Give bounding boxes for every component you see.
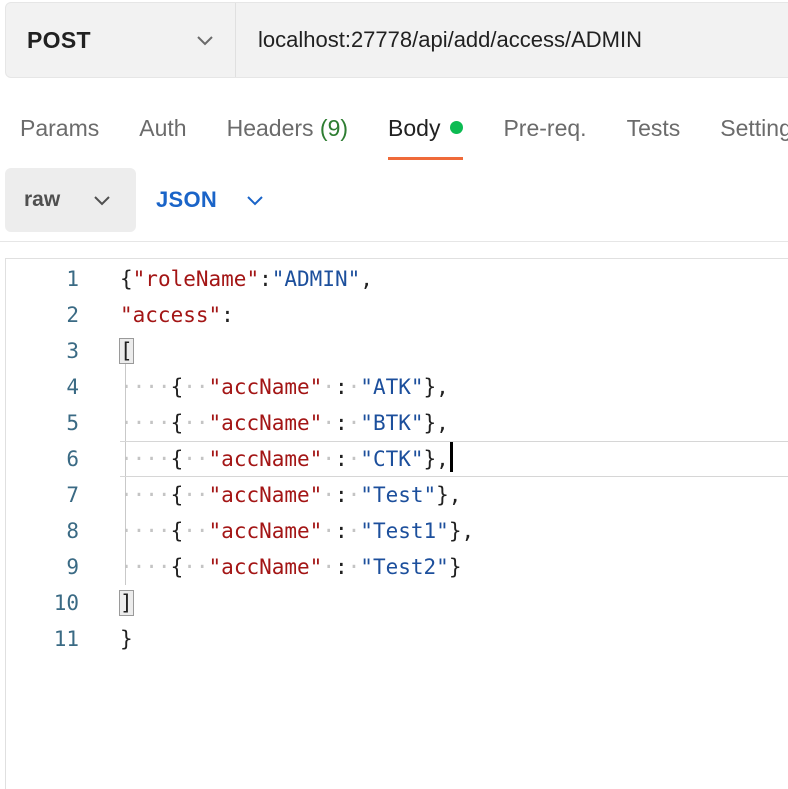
method-select[interactable]: POST xyxy=(6,3,236,77)
code-text: "access": xyxy=(120,303,234,327)
line-number: 3 xyxy=(66,339,79,363)
line-number: 1 xyxy=(66,267,79,291)
line-number: 2 xyxy=(66,303,79,327)
text-cursor xyxy=(449,442,453,472)
body-editor[interactable]: 1 {"roleName":"ADMIN", 2 "access": 3 [ 4… xyxy=(5,258,788,789)
tab-body[interactable]: Body xyxy=(388,108,464,160)
editor-line: 3 [ xyxy=(6,333,788,369)
code-text: } xyxy=(120,627,133,651)
tab-tests-label: Tests xyxy=(626,115,681,141)
code-text: ····{··"accName"·:·"Test1"}, xyxy=(120,519,475,543)
language-label: JSON xyxy=(156,187,218,212)
method-label: POST xyxy=(27,26,91,53)
url-input[interactable]: localhost:27778/api/add/access/ADMIN xyxy=(236,3,788,77)
editor-line: 2 "access": xyxy=(6,297,788,333)
tab-settings[interactable]: Settings xyxy=(720,108,788,160)
tab-prereq-label: Pre-req. xyxy=(503,115,587,141)
code-text: ····{··"accName"·:·"Test2"} xyxy=(120,555,462,579)
tab-auth-label: Auth xyxy=(139,115,187,141)
toolbar-divider xyxy=(0,241,788,242)
chevron-down-icon xyxy=(94,196,110,206)
line-number: 6 xyxy=(66,447,79,471)
editor-line: 11 } xyxy=(6,621,788,657)
code-text: ] xyxy=(119,590,134,616)
editor-line: 8 ····{··"accName"·:·"Test1"}, xyxy=(6,513,788,549)
line-number: 8 xyxy=(66,519,79,543)
body-mode-select[interactable]: raw xyxy=(5,168,136,232)
code-text: {"roleName":"ADMIN", xyxy=(120,267,373,291)
body-mode-label: raw xyxy=(24,188,61,211)
editor-line: 10 ] xyxy=(6,585,788,621)
line-number: 4 xyxy=(66,375,79,399)
editor-line: 4 ····{··"accName"·:·"ATK"}, xyxy=(6,369,788,405)
code-text: ····{··"accName"·:·"CTK"}, xyxy=(120,441,453,477)
line-number: 9 xyxy=(66,555,79,579)
url-text: localhost:27778/api/add/access/ADMIN xyxy=(258,27,642,52)
tab-auth[interactable]: Auth xyxy=(139,108,186,160)
body-status-dot xyxy=(450,121,464,134)
line-number: 10 xyxy=(53,591,79,615)
line-number: 5 xyxy=(66,411,79,435)
line-number: 11 xyxy=(53,627,79,651)
code-text: ····{··"accName"·:·"Test"}, xyxy=(120,483,462,507)
editor-line: 6 ····{··"accName"·:·"CTK"}, xyxy=(6,441,788,477)
tab-tests[interactable]: Tests xyxy=(627,108,681,160)
tab-params-label: Params xyxy=(20,115,100,141)
code-text: [ xyxy=(119,338,134,364)
chevron-down-icon xyxy=(197,36,213,46)
request-bar: POST localhost:27778/api/add/access/ADMI… xyxy=(5,2,788,78)
request-tabs: Params Auth Headers (9) Body Pre-req. Te… xyxy=(20,108,788,160)
editor-line: 1 {"roleName":"ADMIN", xyxy=(6,261,788,297)
tab-headers[interactable]: Headers (9) xyxy=(227,108,348,160)
headers-count-badge: (9) xyxy=(319,115,349,141)
line-number: 7 xyxy=(66,483,79,507)
code-text: ····{··"accName"·:·"BTK"}, xyxy=(120,411,449,435)
tab-settings-label: Settings xyxy=(720,115,788,141)
chevron-down-icon xyxy=(247,196,263,206)
code-text: ····{··"accName"·:·"ATK"}, xyxy=(120,375,449,399)
tab-params[interactable]: Params xyxy=(20,108,99,160)
editor-line: 7 ····{··"accName"·:·"Test"}, xyxy=(6,477,788,513)
language-select[interactable]: JSON xyxy=(156,178,265,222)
tab-body-label: Body xyxy=(388,115,441,141)
tab-prereq[interactable]: Pre-req. xyxy=(503,108,586,160)
editor-line: 9 ····{··"accName"·:·"Test2"} xyxy=(6,549,788,585)
tab-headers-label: Headers xyxy=(226,115,314,141)
editor-line: 5 ····{··"accName"·:·"BTK"}, xyxy=(6,405,788,441)
